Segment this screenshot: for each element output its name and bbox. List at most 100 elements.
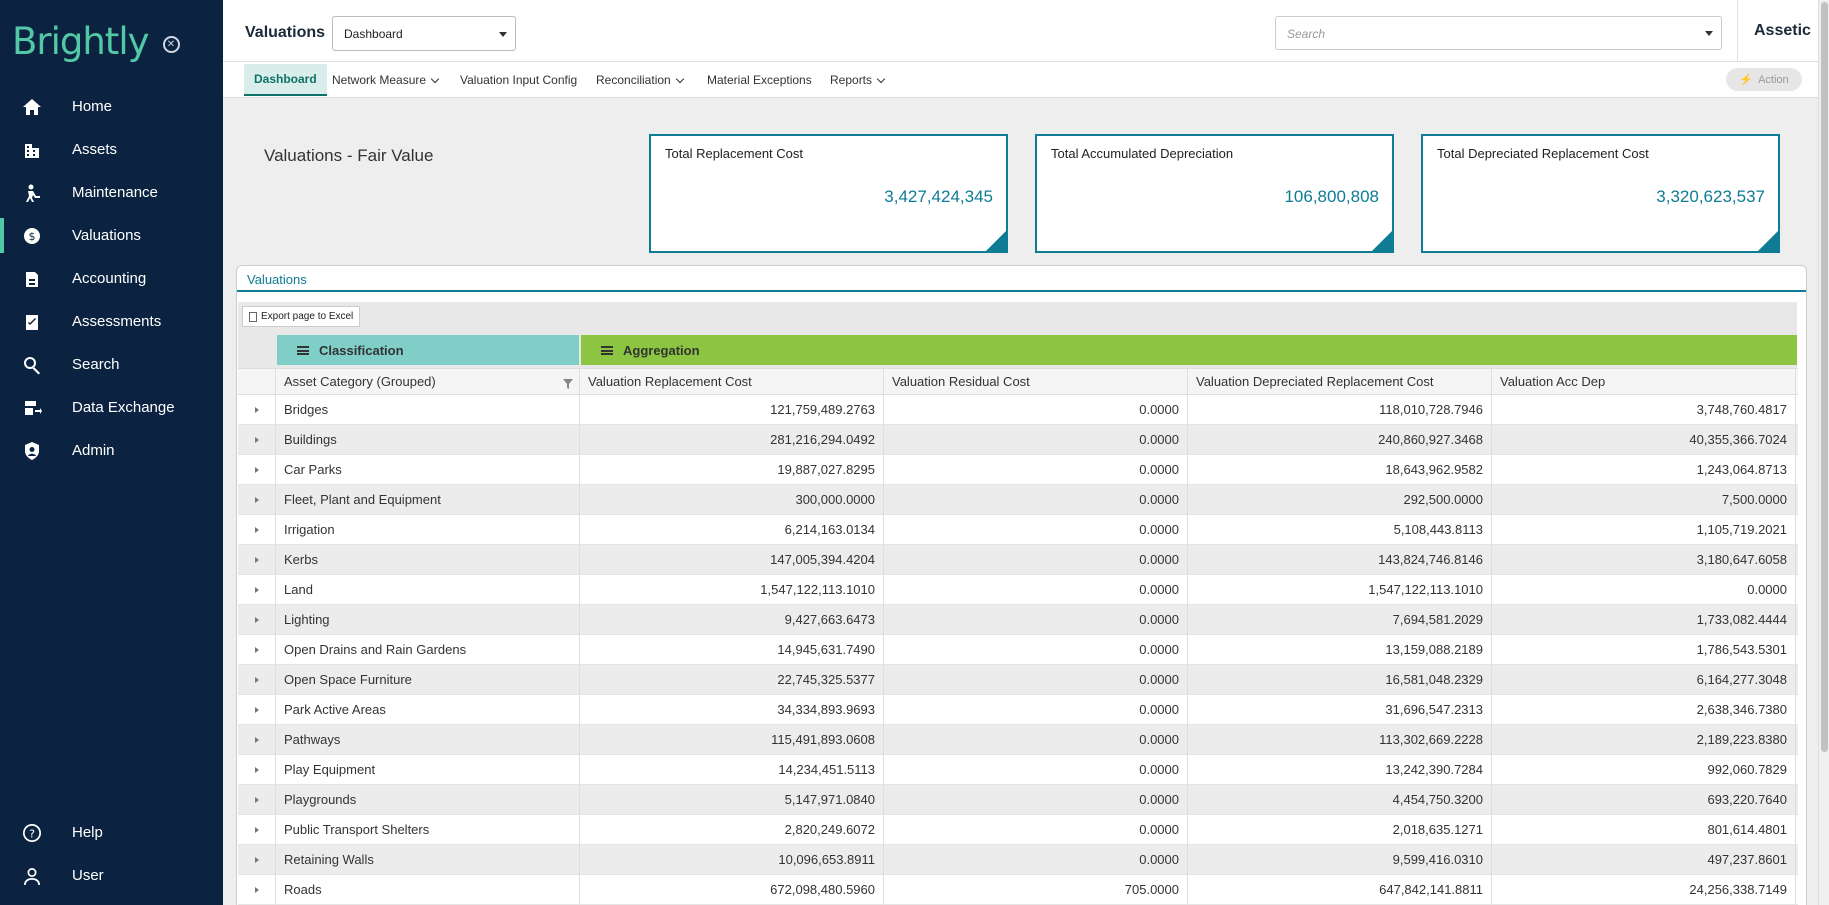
cell-acc-dep: 801,614.4801	[1492, 815, 1796, 844]
table-row[interactable]: Roads 672,098,480.5960 705.0000 647,842,141…	[238, 875, 1798, 905]
sidebar-item-accounting[interactable]: Accounting	[0, 257, 223, 300]
tab-material-exceptions[interactable]: Material Exceptions	[697, 64, 822, 96]
row-expander[interactable]	[238, 635, 276, 664]
cell-residual-cost: 0.0000	[884, 665, 1188, 694]
cell-depreciated-replacement-cost: 7,694,581.2029	[1188, 605, 1492, 634]
table-row[interactable]: Bridges 121,759,489.2763 0.0000 118,010,728…	[238, 395, 1798, 425]
row-expander[interactable]	[238, 485, 276, 514]
collapse-sidebar-icon[interactable]: ✕	[162, 35, 180, 53]
expand-arrow-icon	[254, 616, 259, 623]
column-header-replacement-cost[interactable]: Valuation Replacement Cost	[580, 369, 884, 394]
panel-tab-valuations[interactable]: Valuations	[247, 272, 307, 287]
table-row[interactable]: Fleet, Plant and Equipment 300,000.0000 0.…	[238, 485, 1798, 515]
row-expander[interactable]	[238, 845, 276, 874]
page-scrollbar[interactable]	[1818, 0, 1829, 905]
sidebar-item-home[interactable]: Home	[0, 85, 223, 128]
row-expander[interactable]	[238, 785, 276, 814]
sidebar-item-valuations[interactable]: $ Valuations	[0, 214, 223, 257]
cell-replacement-cost: 281,216,294.0492	[580, 425, 884, 454]
table-row[interactable]: Irrigation 6,214,163.0134 0.0000 5,108,443.…	[238, 515, 1798, 545]
column-header-acc-dep[interactable]: Valuation Acc Dep	[1492, 369, 1796, 394]
cell-replacement-cost: 6,214,163.0134	[580, 515, 884, 544]
row-expander[interactable]	[238, 455, 276, 484]
sidebar-item-search[interactable]: Search	[0, 343, 223, 386]
view-select[interactable]: Dashboard	[332, 16, 516, 51]
row-expander[interactable]	[238, 815, 276, 844]
table-row[interactable]: Open Space Furniture 22,745,325.5377 0.000…	[238, 665, 1798, 695]
action-button[interactable]: ⚡ Action	[1726, 68, 1802, 91]
table-row[interactable]: Open Drains and Rain Gardens 14,945,631.7…	[238, 635, 1798, 665]
row-expander[interactable]	[238, 755, 276, 784]
maintenance-icon	[21, 182, 43, 204]
table-row[interactable]: Lighting 9,427,663.6473 0.0000 7,694,581.20…	[238, 605, 1798, 635]
row-expander[interactable]	[238, 395, 276, 424]
cell-depreciated-replacement-cost: 9,599,416.0310	[1188, 845, 1492, 874]
table-row[interactable]: Land 1,547,122,113.1010 0.0000 1,547,122,11…	[238, 575, 1798, 605]
column-header-depreciated-replacement-cost[interactable]: Valuation Depreciated Replacement Cost	[1188, 369, 1492, 394]
tab-label: Dashboard	[254, 72, 317, 86]
filter-icon[interactable]	[563, 377, 573, 389]
table-row[interactable]: Retaining Walls 10,096,653.8911 0.0000 9,59…	[238, 845, 1798, 875]
row-expander[interactable]	[238, 725, 276, 754]
cell-residual-cost: 0.0000	[884, 395, 1188, 424]
sidebar-item-label: Maintenance	[72, 184, 158, 201]
sidebar-item-user[interactable]: User	[0, 854, 223, 897]
tab-network-measure[interactable]: Network Measure	[322, 64, 448, 96]
search-input[interactable]: Search	[1275, 16, 1722, 50]
tab-reports[interactable]: Reports	[820, 64, 894, 96]
tab-reconciliation[interactable]: Reconciliation	[586, 64, 693, 96]
row-expander[interactable]	[238, 665, 276, 694]
cell-depreciated-replacement-cost: 143,824,746.8146	[1188, 545, 1492, 574]
expand-arrow-icon	[254, 856, 259, 863]
export-excel-button[interactable]: Export page to Excel	[242, 306, 361, 327]
expand-arrow-icon	[254, 826, 259, 833]
column-header-asset-category[interactable]: Asset Category (Grouped)	[276, 369, 580, 394]
tab-dashboard[interactable]: Dashboard	[244, 64, 327, 96]
row-expander[interactable]	[238, 695, 276, 724]
group-aggregation[interactable]: Aggregation	[581, 335, 1797, 365]
expand-arrow-icon	[254, 496, 259, 503]
row-expander[interactable]	[238, 425, 276, 454]
cell-depreciated-replacement-cost: 4,454,750.3200	[1188, 785, 1492, 814]
cell-replacement-cost: 115,491,893.0608	[580, 725, 884, 754]
cell-residual-cost: 0.0000	[884, 605, 1188, 634]
user-icon	[21, 865, 43, 887]
row-expander[interactable]	[238, 545, 276, 574]
lightning-icon: ⚡	[1739, 74, 1754, 86]
cell-depreciated-replacement-cost: 2,018,635.1271	[1188, 815, 1492, 844]
sidebar-item-maintenance[interactable]: Maintenance	[0, 171, 223, 214]
sidebar-item-help[interactable]: ? Help	[0, 811, 223, 854]
cell-acc-dep: 3,180,647.6058	[1492, 545, 1796, 574]
tab-label: Reconciliation	[596, 73, 671, 87]
column-header-residual-cost[interactable]: Valuation Residual Cost	[884, 369, 1188, 394]
row-expander[interactable]	[238, 605, 276, 634]
sidebar-item-assessments[interactable]: Assessments	[0, 300, 223, 343]
dashboard-heading: Valuations - Fair Value	[264, 146, 434, 165]
sidebar-item-label: Accounting	[72, 270, 147, 287]
table-row[interactable]: Car Parks 19,887,027.8295 0.0000 18,643,962…	[238, 455, 1798, 485]
sidebar-item-assets[interactable]: Assets	[0, 128, 223, 171]
row-expander[interactable]	[238, 515, 276, 544]
sidebar-item-label: Search	[72, 356, 120, 373]
row-expander[interactable]	[238, 575, 276, 604]
row-expander[interactable]	[238, 875, 276, 904]
table-row[interactable]: Park Active Areas 34,334,893.9693 0.0000 31…	[238, 695, 1798, 725]
corner-marker	[1372, 231, 1392, 251]
table-row[interactable]: Pathways 115,491,893.0608 0.0000 113,302,66…	[238, 725, 1798, 755]
cell-replacement-cost: 22,745,325.5377	[580, 665, 884, 694]
sidebar-item-admin[interactable]: Admin	[0, 429, 223, 472]
table-row[interactable]: Public Transport Shelters 2,820,249.6072 0…	[238, 815, 1798, 845]
logo: Brightly ✕	[12, 16, 180, 66]
table-row[interactable]: Play Equipment 14,234,451.5113 0.0000 13,24…	[238, 755, 1798, 785]
tab-valuation-input-config[interactable]: Valuation Input Config	[450, 64, 587, 96]
group-classification[interactable]: Classification	[277, 335, 579, 365]
expand-arrow-icon	[254, 646, 259, 653]
table-row[interactable]: Playgrounds 5,147,971.0840 0.0000 4,454,750…	[238, 785, 1798, 815]
sidebar-item-data-exchange[interactable]: Data Exchange	[0, 386, 223, 429]
table-row[interactable]: Kerbs 147,005,394.4204 0.0000 143,824,746.8…	[238, 545, 1798, 575]
cell-residual-cost: 0.0000	[884, 575, 1188, 604]
kpi-total-replacement-cost: Total Replacement Cost 3,427,424,345	[649, 134, 1008, 253]
expand-arrow-icon	[254, 676, 259, 683]
table-row[interactable]: Buildings 281,216,294.0492 0.0000 240,860,9…	[238, 425, 1798, 455]
scrollbar-thumb[interactable]	[1821, 2, 1828, 752]
